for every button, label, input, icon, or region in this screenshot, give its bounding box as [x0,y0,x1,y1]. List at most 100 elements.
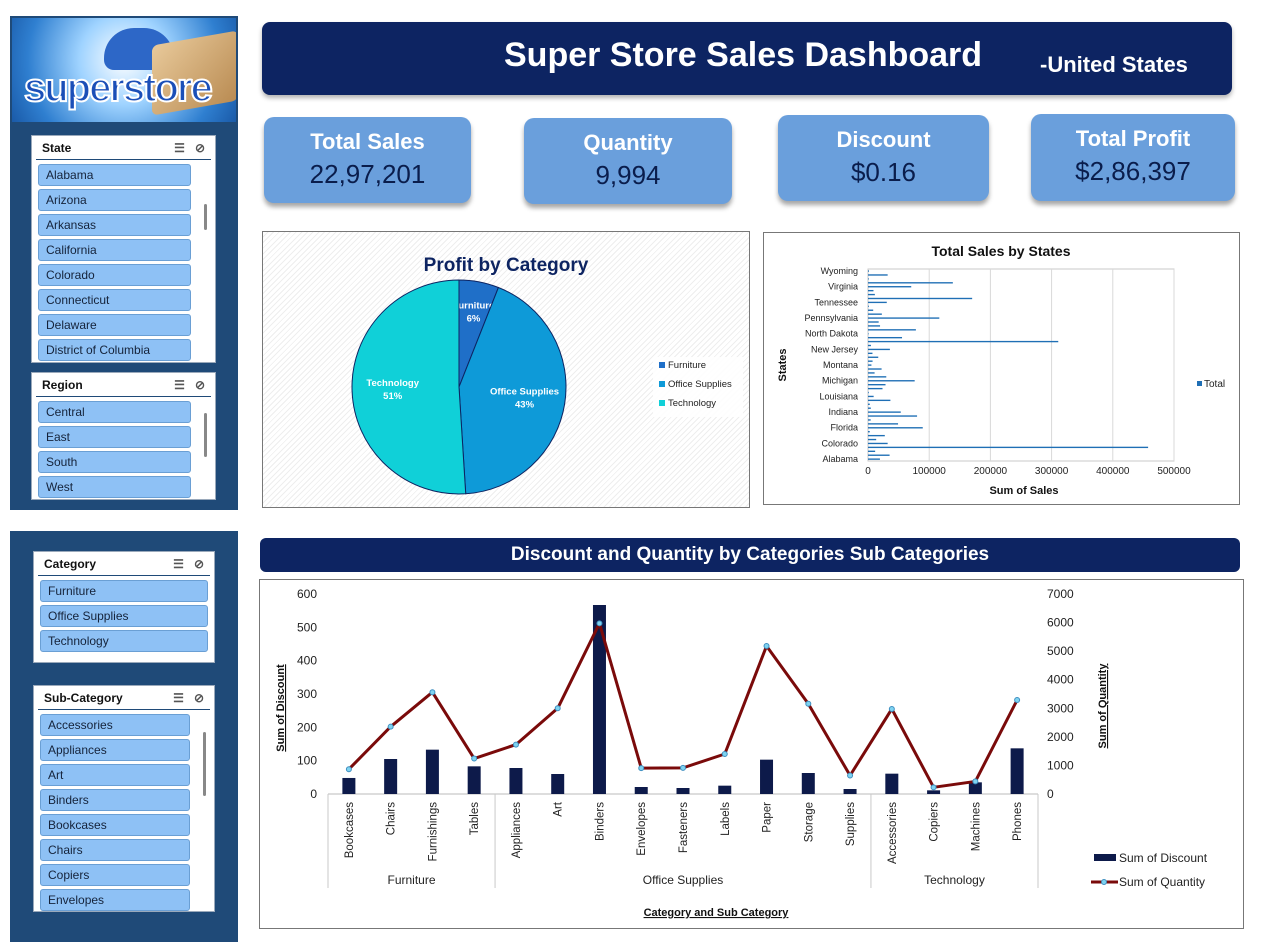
quantity-marker [554,705,561,712]
slicer-item[interactable]: Office Supplies [40,605,208,627]
slicer-item[interactable]: Delaware [38,314,191,336]
x-tick-label: 0 [865,466,871,477]
clear-filter-icon[interactable]: ⊘ [195,141,205,155]
multi-select-icon[interactable]: ☰ [173,691,184,705]
clear-filter-icon[interactable]: ⊘ [194,691,204,705]
state-bar [868,399,891,402]
y-tick-label: 200 [297,720,317,734]
section-title: Discount and Quantity by Categories Sub … [260,538,1240,572]
state-bar [868,368,882,370]
state-bar [868,458,880,460]
plot-area [867,268,1175,462]
slicer-item[interactable]: Accessories [40,714,190,736]
x-tick-label: 500000 [1157,466,1191,477]
y-tick-label: Pennsylvania [804,313,858,323]
slicer-item[interactable]: West [38,476,191,498]
slicer-title: Category [44,556,97,571]
slicer-item[interactable]: Arkansas [38,214,191,236]
slicer-item[interactable]: Arizona [38,189,191,211]
subcategory-slicer: Sub-Category ☰ ⊘ Accessories Appliances Art… [33,685,215,912]
x-tick-label: Fasteners [678,802,690,853]
discount-bar [885,773,899,794]
region-slicer: Region ☰ ⊘ Central East South West [31,372,216,500]
slicer-header: Category ☰ ⊘ [38,552,210,576]
slicer-item[interactable]: Binders [40,789,190,811]
legend-swatch [659,381,665,387]
y-axis-label: States [777,348,789,381]
scrollbar[interactable] [204,413,207,457]
quantity-marker [680,764,686,771]
slicer-item[interactable]: California [38,239,191,261]
x-axis-label: Sum of Sales [989,485,1058,497]
state-bar [868,278,869,280]
slice-label: Technology [366,378,419,389]
quantity-marker [638,765,645,772]
chart-title: Profit by Category [424,255,589,276]
multi-select-icon[interactable]: ☰ [174,141,185,155]
state-bar [868,438,877,441]
superstore-logo: superstore [12,18,236,122]
quantity-marker [387,723,394,730]
state-bar [868,431,870,433]
state-bar [868,419,871,421]
hbar-chart-svg: Total Sales by States 0 100000 200000 300000… [777,243,1225,497]
slicer-item[interactable]: Furniture [40,580,208,602]
category-slicer: Category ☰ ⊘ Furniture Office Supplies Tech… [33,551,215,663]
discount-bar [634,787,648,794]
state-bar [868,450,876,452]
state-bar [868,356,879,358]
slicer-item[interactable]: District of Columbia [38,339,191,361]
pie-chart-svg: Profit by Category Furniture 6% Office Supp… [351,255,743,495]
data-label: 6% [467,313,481,324]
quantity-marker [930,784,937,791]
kpi-total-sales: Total Sales 22,97,201 [264,117,471,203]
slicer-item[interactable]: Connecticut [38,289,191,311]
x-axis-label: Category and Sub Category [644,907,790,919]
discount-bar [676,788,690,794]
legend-swatch [1197,381,1202,386]
slicer-item[interactable]: Art [40,764,190,786]
slicer-item[interactable]: Appliances [40,739,190,761]
scrollbar[interactable] [204,204,207,230]
slicer-item[interactable]: Bookcases [40,814,190,836]
group-label: Technology [924,873,985,887]
x-tick-label: Paper [762,802,774,833]
state-bar [868,286,912,288]
slicer-item[interactable]: Central [38,401,191,423]
kpi-total-profit: Total Profit $2,86,397 [1031,114,1235,201]
slicer-item[interactable]: Copiers [40,864,190,886]
y2-tick-label: 7000 [1047,587,1074,601]
discount-bar [342,777,356,794]
slicer-items: Furniture Office Supplies Technology [34,576,214,659]
state-bar [868,384,886,386]
x-tick-label: Furnishings [427,802,439,862]
quantity-marker [888,705,895,712]
kpi-label: Quantity [583,130,673,155]
slicer-item[interactable]: Envelopes [40,889,190,911]
slicer-item[interactable]: Alabama [38,164,191,186]
slicer-header: State ☰ ⊘ [36,136,211,160]
multi-select-icon[interactable]: ☰ [173,557,184,571]
x-tick-label: Tables [469,802,481,835]
scrollbar[interactable] [203,732,206,796]
slicer-item[interactable]: South [38,451,191,473]
state-bar [868,340,1059,343]
slicer-item[interactable]: Chairs [40,839,190,861]
discount-bar [384,759,398,794]
y-tick-label: 300 [297,687,317,701]
clear-filter-icon[interactable]: ⊘ [195,378,205,392]
legend-swatch [1094,854,1116,861]
quantity-marker [763,643,770,650]
y2-tick-label: 3000 [1047,701,1074,715]
state-bar [868,376,887,378]
x-tick-label: Storage [803,802,815,842]
slicer-item[interactable]: East [38,426,191,448]
quantity-marker [805,700,812,707]
multi-select-icon[interactable]: ☰ [174,378,185,392]
clear-filter-icon[interactable]: ⊘ [194,557,204,571]
slicer-header: Region ☰ ⊘ [36,373,211,397]
slicer-item[interactable]: Technology [40,630,208,652]
x-tick-label: Supplies [845,802,857,846]
x-tick-label: Machines [970,802,982,851]
slicer-item[interactable]: Colorado [38,264,191,286]
